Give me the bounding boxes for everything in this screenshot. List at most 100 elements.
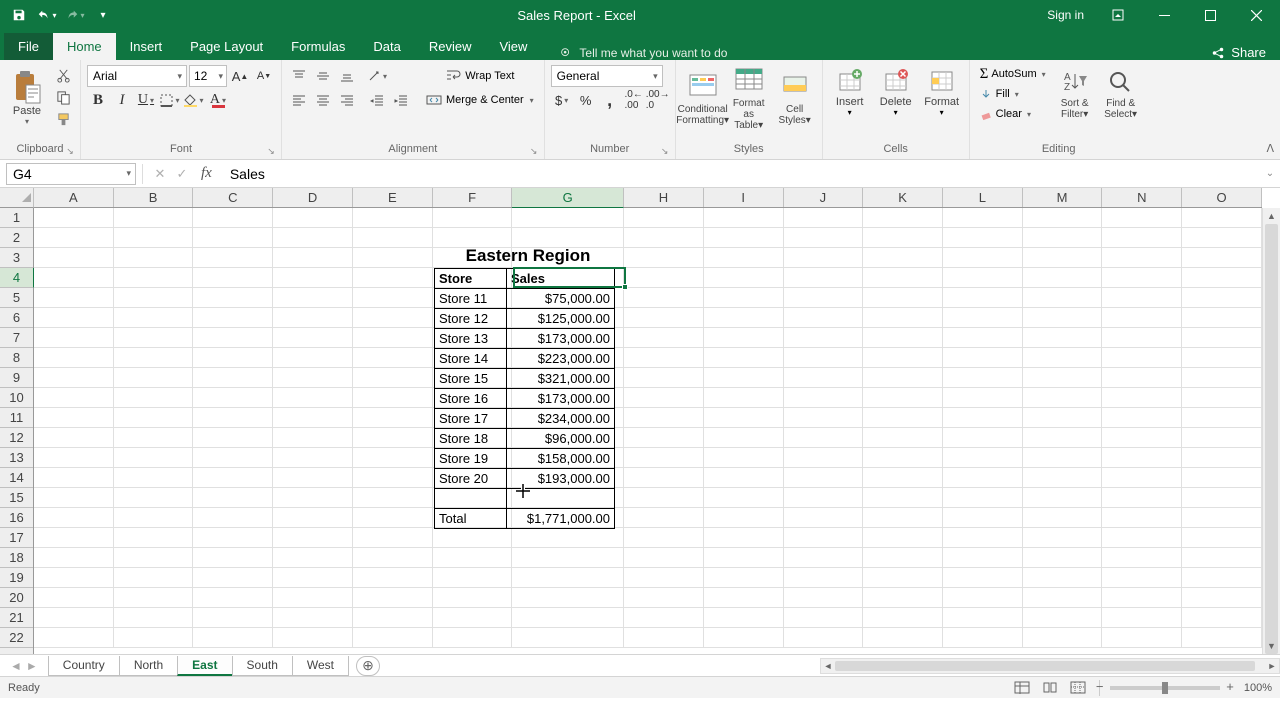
formula-input[interactable] <box>226 163 1260 185</box>
zoom-in-icon[interactable]: + <box>1226 679 1234 694</box>
fill-button[interactable]: Fill <box>976 84 1050 104</box>
collapse-ribbon-icon[interactable]: ᐱ <box>1266 142 1274 155</box>
cut-icon[interactable] <box>52 64 74 86</box>
row-header-22[interactable]: 22 <box>0 628 33 648</box>
font-name-combo[interactable]: Arial <box>87 65 187 87</box>
row-header-4[interactable]: 4 <box>0 268 34 288</box>
align-right-icon[interactable] <box>336 89 358 111</box>
italic-button[interactable]: I <box>111 89 133 111</box>
number-launcher[interactable] <box>659 145 671 157</box>
row-header-18[interactable]: 18 <box>0 548 33 568</box>
column-header-D[interactable]: D <box>273 188 353 207</box>
increase-font-icon[interactable]: A▲ <box>229 65 251 87</box>
tab-page-layout[interactable]: Page Layout <box>176 33 277 60</box>
ribbon-display-icon[interactable] <box>1096 0 1140 30</box>
copy-icon[interactable] <box>52 86 74 108</box>
clear-button[interactable]: Clear <box>976 104 1050 124</box>
column-header-F[interactable]: F <box>433 188 513 207</box>
select-all-corner[interactable] <box>0 188 34 208</box>
row-header-2[interactable]: 2 <box>0 228 33 248</box>
column-header-K[interactable]: K <box>863 188 943 207</box>
column-header-C[interactable]: C <box>193 188 273 207</box>
tab-formulas[interactable]: Formulas <box>277 33 359 60</box>
row-header-1[interactable]: 1 <box>0 208 33 228</box>
next-sheet-icon[interactable]: ► <box>26 659 38 673</box>
align-top-icon[interactable] <box>288 65 310 87</box>
align-bottom-icon[interactable] <box>336 65 358 87</box>
fx-icon[interactable]: fx <box>193 165 220 182</box>
zoom-thumb[interactable] <box>1162 682 1168 694</box>
scroll-left-icon[interactable]: ◄ <box>821 661 835 671</box>
column-header-J[interactable]: J <box>784 188 864 207</box>
new-sheet-button[interactable]: ⊕ <box>356 656 380 676</box>
clipboard-launcher[interactable] <box>64 145 76 157</box>
bold-button[interactable]: B <box>87 89 109 111</box>
percent-format-icon[interactable]: % <box>575 89 597 111</box>
align-left-icon[interactable] <box>288 89 310 111</box>
comma-format-icon[interactable]: , <box>599 89 621 111</box>
vscroll-thumb[interactable] <box>1265 224 1278 654</box>
format-as-table-button[interactable]: Format asTable▾ <box>728 64 770 133</box>
row-headers[interactable]: 12345678910111213141516171819202122 <box>0 208 34 654</box>
row-header-3[interactable]: 3 <box>0 248 33 268</box>
name-box[interactable]: G4 <box>6 163 136 185</box>
tab-review[interactable]: Review <box>415 33 486 60</box>
align-center-icon[interactable] <box>312 89 334 111</box>
scroll-up-icon[interactable]: ▲ <box>1263 208 1280 224</box>
zoom-out-icon[interactable]: − <box>1096 679 1104 694</box>
worksheet-grid[interactable]: ABCDEFGHIJKLMNO 123456789101112131415161… <box>0 188 1280 654</box>
column-headers[interactable]: ABCDEFGHIJKLMNO <box>34 188 1262 208</box>
tab-insert[interactable]: Insert <box>116 33 177 60</box>
align-middle-icon[interactable] <box>312 65 334 87</box>
increase-indent-icon[interactable] <box>390 89 412 111</box>
minimize-icon[interactable] <box>1142 0 1186 30</box>
merge-center-button[interactable]: Merge & Center <box>422 88 538 112</box>
delete-cells-button[interactable]: Delete▾ <box>875 64 917 119</box>
font-launcher[interactable] <box>265 145 277 157</box>
insert-cells-button[interactable]: Insert▾ <box>829 64 871 119</box>
font-color-button[interactable]: A <box>207 89 229 111</box>
close-icon[interactable] <box>1234 0 1278 30</box>
redo-icon[interactable]: ▾ <box>62 3 88 27</box>
expand-formula-bar-icon[interactable]: ⌄ <box>1260 168 1280 179</box>
share-button[interactable]: Share <box>1197 45 1280 60</box>
horizontal-scrollbar[interactable]: ◄ ► <box>820 658 1280 674</box>
column-header-G[interactable]: G <box>512 188 624 208</box>
row-header-21[interactable]: 21 <box>0 608 33 628</box>
row-header-13[interactable]: 13 <box>0 448 33 468</box>
sheet-tab-east[interactable]: East <box>177 656 232 676</box>
wrap-text-button[interactable]: Wrap Text <box>422 64 538 88</box>
column-header-N[interactable]: N <box>1102 188 1182 207</box>
border-button[interactable] <box>159 89 181 111</box>
column-header-I[interactable]: I <box>704 188 784 207</box>
font-size-combo[interactable]: 12 <box>189 65 227 87</box>
sort-filter-button[interactable]: AZ Sort &Filter▾ <box>1054 64 1096 124</box>
scroll-right-icon[interactable]: ► <box>1265 661 1279 671</box>
sheet-tab-west[interactable]: West <box>292 656 349 676</box>
conditional-formatting-button[interactable]: ConditionalFormatting▾ <box>682 64 724 133</box>
decrease-indent-icon[interactable] <box>366 89 388 111</box>
underline-button[interactable]: U <box>135 89 157 111</box>
row-header-10[interactable]: 10 <box>0 388 33 408</box>
tab-file[interactable]: File <box>4 33 53 60</box>
fill-color-button[interactable] <box>183 89 205 111</box>
row-header-9[interactable]: 9 <box>0 368 33 388</box>
vertical-scrollbar[interactable]: ▲ ▼ <box>1262 208 1280 654</box>
format-painter-icon[interactable] <box>52 108 74 130</box>
column-header-L[interactable]: L <box>943 188 1023 207</box>
row-header-6[interactable]: 6 <box>0 308 33 328</box>
undo-icon[interactable]: ▾ <box>34 3 60 27</box>
format-cells-button[interactable]: Format▾ <box>921 64 963 119</box>
tab-data[interactable]: Data <box>359 33 414 60</box>
sheet-tab-south[interactable]: South <box>232 656 293 676</box>
row-header-5[interactable]: 5 <box>0 288 33 308</box>
decrease-decimal-icon[interactable]: .00→.0 <box>647 89 669 111</box>
row-header-16[interactable]: 16 <box>0 508 33 528</box>
signin-link[interactable]: Sign in <box>1037 8 1094 22</box>
scroll-down-icon[interactable]: ▼ <box>1263 638 1280 654</box>
normal-view-icon[interactable] <box>1011 679 1033 697</box>
column-header-O[interactable]: O <box>1182 188 1262 207</box>
column-header-E[interactable]: E <box>353 188 433 207</box>
tab-view[interactable]: View <box>485 33 541 60</box>
row-header-19[interactable]: 19 <box>0 568 33 588</box>
